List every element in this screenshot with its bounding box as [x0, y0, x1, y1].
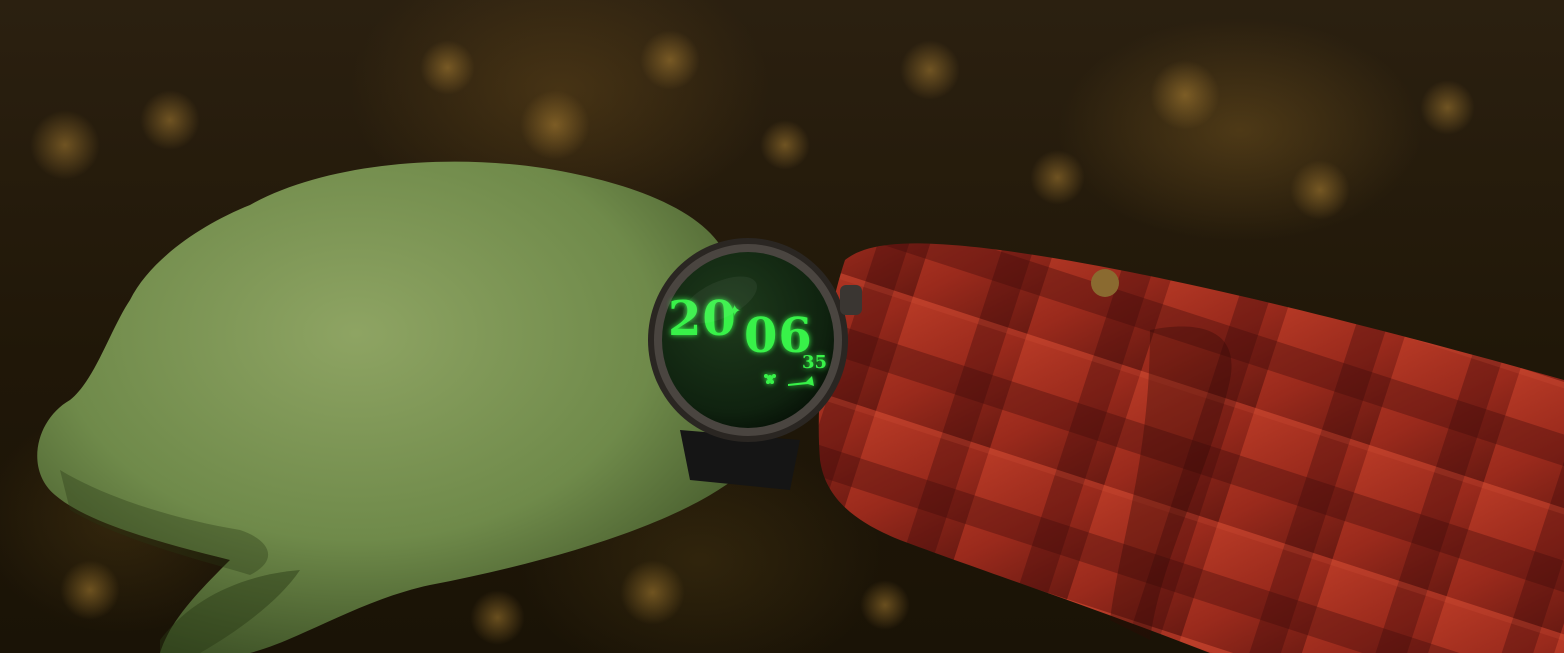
wrist-illustration: 20 ✦ 06 35: [37, 161, 1564, 653]
watch-crown: [840, 285, 862, 315]
hand: [37, 161, 746, 653]
watch-seconds: 35: [802, 352, 827, 373]
sleeve-button: [1091, 269, 1119, 297]
scene: 20 ✦ 06 35: [0, 0, 1564, 653]
